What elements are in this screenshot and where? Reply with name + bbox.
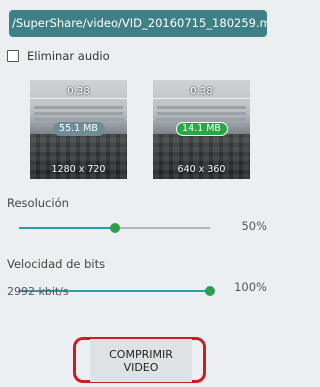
compress-video-button[interactable]: COMPRIMIR VIDEO [90,339,192,382]
remove-audio-row[interactable]: Eliminar audio [7,48,110,64]
remove-audio-label: Eliminar audio [27,49,110,63]
original-video-thumbnail: 0:38 55.1 MB 1280 x 720 [30,80,127,179]
original-resolution: 1280 x 720 [51,164,106,175]
compressed-video-thumbnail: 0:38 14.1 MB 640 x 360 [153,80,250,179]
resolution-slider-thumb[interactable] [109,223,120,233]
compressed-duration: 0:38 [190,86,213,97]
video-path-field[interactable]: /SuperShare/video/VID_20160715_180259.mp… [9,10,267,37]
compressed-resolution: 640 x 360 [177,164,226,175]
resolution-value: 50% [241,219,267,233]
original-size-badge: 55.1 MB [52,122,105,136]
bitrate-value: 100% [234,280,267,294]
bitrate-slider-thumb[interactable] [205,286,215,296]
resolution-slider[interactable] [19,221,210,235]
resolution-label: Resolución [7,196,69,210]
bitrate-kbit-readout: 2992 kbit/s [7,285,69,298]
compressed-size-badge: 14.1 MB [175,122,228,136]
bitrate-label: Velocidad de bits [7,257,106,271]
remove-audio-checkbox[interactable] [7,50,19,62]
original-duration: 0:38 [67,86,90,97]
